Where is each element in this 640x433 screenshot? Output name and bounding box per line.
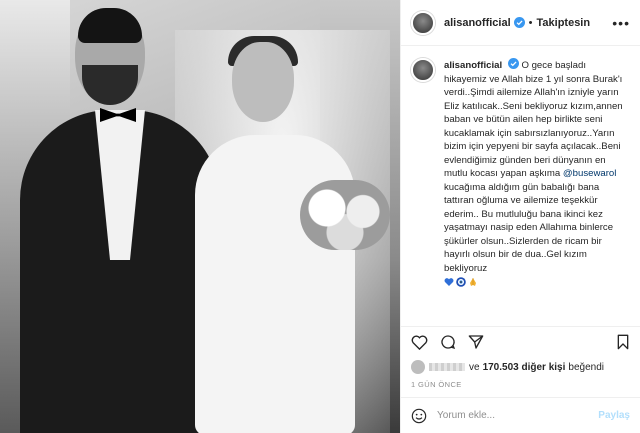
- post-header: alisanofficial • Takiptesin •••: [401, 0, 640, 46]
- caption-username[interactable]: alisanofficial: [444, 60, 502, 71]
- bookmark-icon[interactable]: [616, 334, 630, 350]
- caption-text: alisanofficial O gece başladı hikayemiz …: [444, 58, 630, 326]
- header-username[interactable]: alisanofficial: [444, 17, 511, 29]
- more-options-icon[interactable]: •••: [612, 15, 630, 31]
- emoji-smiley-icon[interactable]: [411, 408, 427, 424]
- share-icon[interactable]: [468, 334, 484, 350]
- instagram-post: alisanofficial • Takiptesin ••• alisanof…: [0, 0, 640, 433]
- blue-heart-icon: [444, 278, 454, 286]
- comment-icon[interactable]: [440, 334, 456, 350]
- comment-box: Yorum ekle... Paylaş: [401, 397, 640, 433]
- liker-avatar[interactable]: [411, 360, 425, 374]
- post-timestamp[interactable]: 1 gün önce: [401, 378, 640, 397]
- heart-icon[interactable]: [411, 334, 428, 350]
- caption-body: O gece başladı hikayemiz ve Allah bize 1…: [444, 60, 623, 179]
- avatar[interactable]: [411, 10, 435, 35]
- mention-link[interactable]: @busewarol: [563, 168, 616, 179]
- likes-line: ve 170.503 diğer kişi beğendi: [401, 356, 640, 378]
- post-comment-button[interactable]: Paylaş: [598, 410, 630, 421]
- evil-eye-icon: [456, 277, 466, 287]
- post-sidebar: alisanofficial • Takiptesin ••• alisanof…: [400, 0, 640, 433]
- follow-status-button[interactable]: Takiptesin: [537, 17, 591, 29]
- bride-head: [232, 42, 294, 122]
- groom-beard: [82, 65, 138, 105]
- likes-prefix: ve: [469, 361, 480, 373]
- verified-badge-icon: [507, 58, 519, 69]
- action-bar: [401, 326, 640, 356]
- likes-suffix: beğendi: [568, 361, 604, 373]
- caption-body-continued: kucağıma aldığım gün babalığı bana tattı…: [444, 181, 614, 274]
- header-separator: •: [528, 16, 533, 29]
- blurred-liker-name: [429, 363, 465, 371]
- verified-badge-icon: [513, 17, 525, 28]
- caption-avatar[interactable]: [411, 58, 435, 82]
- folded-hands-icon: [470, 278, 476, 286]
- likes-count-link[interactable]: 170.503 diğer kişi: [483, 362, 566, 373]
- groom-hair: [78, 8, 142, 43]
- comment-input[interactable]: Yorum ekle...: [437, 410, 598, 421]
- bouquet: [300, 180, 390, 250]
- caption: alisanofficial O gece başladı hikayemiz …: [401, 46, 640, 326]
- post-photo[interactable]: [0, 0, 400, 433]
- caption-emojis: [444, 277, 478, 287]
